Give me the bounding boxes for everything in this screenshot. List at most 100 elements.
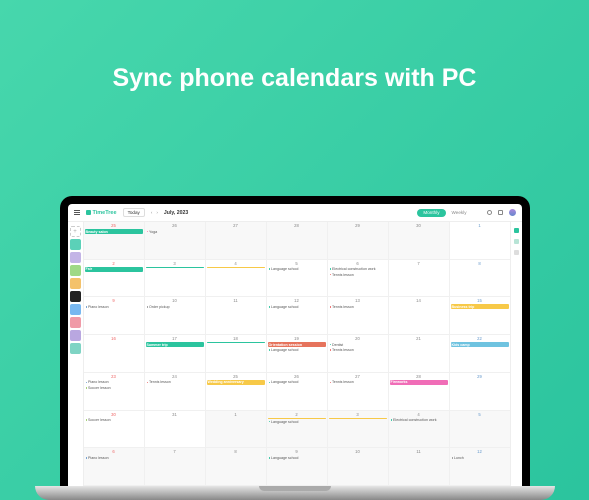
- day-cell[interactable]: 17Summer trip: [145, 335, 206, 372]
- day-cell[interactable]: 21: [389, 335, 450, 372]
- day-cell[interactable]: 30Soccer lesson: [84, 411, 145, 448]
- day-cell[interactable]: 23Piano lessonSoccer lesson: [84, 373, 145, 410]
- day-cell[interactable]: 14: [389, 297, 450, 334]
- day-cell[interactable]: 7: [389, 260, 450, 297]
- event[interactable]: Soccer lesson: [85, 418, 143, 423]
- day-cell[interactable]: 9Piano lesson: [84, 297, 145, 334]
- event[interactable]: [207, 267, 265, 268]
- event[interactable]: Tennis lesson: [329, 348, 387, 353]
- calendar-tile[interactable]: [70, 304, 81, 315]
- view-monthly-button[interactable]: Monthly: [417, 209, 445, 217]
- calendar-tile[interactable]: [70, 343, 81, 354]
- event[interactable]: [329, 418, 387, 419]
- day-cell[interactable]: 28Fireworks: [389, 373, 450, 410]
- event[interactable]: Language school: [268, 380, 326, 385]
- menu-icon[interactable]: [74, 210, 80, 215]
- day-cell[interactable]: 1: [206, 411, 267, 448]
- day-cell[interactable]: 18: [206, 335, 267, 372]
- event[interactable]: Kids camp: [451, 342, 509, 347]
- day-cell[interactable]: 12Lunch: [450, 448, 510, 485]
- day-cell[interactable]: 4Electrical construction work: [389, 411, 450, 448]
- day-cell[interactable]: 13Tennis lesson: [328, 297, 389, 334]
- day-cell[interactable]: 12Language school: [267, 297, 328, 334]
- day-cell[interactable]: 28: [267, 222, 328, 259]
- day-cell[interactable]: 9Language school: [267, 448, 328, 485]
- day-cell[interactable]: 15Business trip: [450, 297, 510, 334]
- event[interactable]: Piano lesson: [85, 455, 143, 460]
- day-cell[interactable]: 7: [145, 448, 206, 485]
- calendar-tile[interactable]: [70, 291, 81, 302]
- calendar-tile[interactable]: [70, 317, 81, 328]
- event[interactable]: Soccer lesson: [85, 385, 143, 390]
- day-cell[interactable]: 19Orientation sessionLanguage school: [267, 335, 328, 372]
- day-cell[interactable]: 10: [328, 448, 389, 485]
- day-cell[interactable]: 27: [206, 222, 267, 259]
- rightbar-icon[interactable]: [514, 228, 519, 233]
- day-cell[interactable]: 24Tennis lesson: [145, 373, 206, 410]
- event[interactable]: Tennis lesson: [146, 380, 204, 385]
- event[interactable]: Language school: [268, 304, 326, 309]
- day-cell[interactable]: 5Language school: [267, 260, 328, 297]
- event[interactable]: Electrical construction work: [329, 267, 387, 272]
- day-cell[interactable]: 25Wedding anniversary: [206, 373, 267, 410]
- day-cell[interactable]: 2Fair: [84, 260, 145, 297]
- event[interactable]: Business trip: [451, 304, 509, 309]
- event[interactable]: Fair: [85, 267, 143, 272]
- day-cell[interactable]: 26Language school: [267, 373, 328, 410]
- event[interactable]: Lunch: [451, 455, 509, 460]
- day-cell[interactable]: 6Electrical construction workTennis less…: [328, 260, 389, 297]
- event[interactable]: Dentist: [329, 342, 387, 347]
- day-cell[interactable]: 3: [328, 411, 389, 448]
- day-cell[interactable]: 27Tennis lesson: [328, 373, 389, 410]
- event[interactable]: Language school: [268, 267, 326, 272]
- day-cell[interactable]: 16: [84, 335, 145, 372]
- day-cell[interactable]: 29: [328, 222, 389, 259]
- event[interactable]: Piano lesson: [85, 304, 143, 309]
- day-cell[interactable]: 8: [450, 260, 510, 297]
- day-cell[interactable]: 10Order pickup: [145, 297, 206, 334]
- add-calendar-button[interactable]: +: [70, 226, 81, 237]
- event[interactable]: Language school: [268, 455, 326, 460]
- rightbar-icon[interactable]: [514, 239, 519, 244]
- event[interactable]: Language school: [268, 419, 326, 424]
- event[interactable]: Orientation session: [268, 342, 326, 347]
- day-cell[interactable]: 8: [206, 448, 267, 485]
- day-cell[interactable]: 30: [389, 222, 450, 259]
- event[interactable]: Tennis lesson: [329, 380, 387, 385]
- calendar-tile[interactable]: [70, 239, 81, 250]
- day-cell[interactable]: 31: [145, 411, 206, 448]
- prev-month-icon[interactable]: ‹: [151, 210, 153, 215]
- calendar-tile[interactable]: [70, 252, 81, 263]
- day-cell[interactable]: 22Kids camp: [450, 335, 510, 372]
- search-icon[interactable]: [487, 210, 492, 215]
- day-cell[interactable]: 11: [389, 448, 450, 485]
- day-cell[interactable]: 11: [206, 297, 267, 334]
- event[interactable]: Beauty salon: [85, 229, 143, 234]
- event[interactable]: Summer trip: [146, 342, 204, 347]
- day-cell[interactable]: 26Yoga: [145, 222, 206, 259]
- day-cell[interactable]: 1: [450, 222, 510, 259]
- day-cell[interactable]: 20DentistTennis lesson: [328, 335, 389, 372]
- day-cell[interactable]: 5: [450, 411, 510, 448]
- event[interactable]: Yoga: [146, 229, 204, 234]
- day-cell[interactable]: 3: [145, 260, 206, 297]
- view-weekly-button[interactable]: Weekly: [446, 209, 473, 217]
- next-month-icon[interactable]: ›: [156, 210, 158, 215]
- day-cell[interactable]: 6Piano lesson: [84, 448, 145, 485]
- event[interactable]: Language school: [268, 348, 326, 353]
- event[interactable]: [207, 342, 265, 343]
- event[interactable]: Electrical construction work: [390, 418, 448, 423]
- day-cell[interactable]: 4: [206, 260, 267, 297]
- day-cell[interactable]: 2Language school: [267, 411, 328, 448]
- day-cell[interactable]: 25Beauty salon: [84, 222, 145, 259]
- event[interactable]: Order pickup: [146, 304, 204, 309]
- today-button[interactable]: Today: [123, 208, 145, 217]
- avatar[interactable]: [509, 209, 516, 216]
- event[interactable]: Tennis lesson: [329, 272, 387, 277]
- day-cell[interactable]: 29: [450, 373, 510, 410]
- event[interactable]: Wedding anniversary: [207, 380, 265, 385]
- calendar-tile[interactable]: [70, 265, 81, 276]
- settings-icon[interactable]: [498, 210, 503, 215]
- event[interactable]: Tennis lesson: [329, 304, 387, 309]
- event[interactable]: [146, 267, 204, 268]
